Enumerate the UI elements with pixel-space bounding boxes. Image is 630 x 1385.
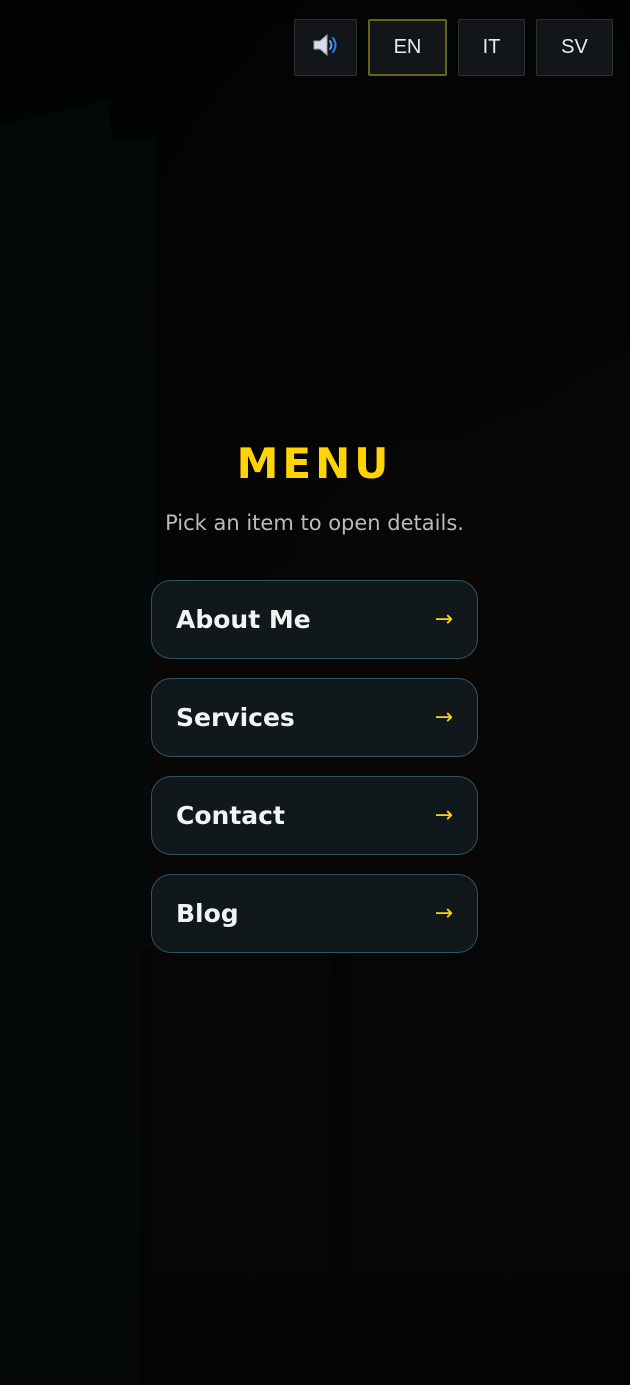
- language-button-it[interactable]: IT: [458, 19, 525, 76]
- arrow-right-icon: →: [434, 901, 453, 926]
- background-building-silhouette: [0, 100, 155, 1385]
- menu-subtitle: Pick an item to open details.: [165, 511, 464, 535]
- menu-item-blog[interactable]: Blog →: [151, 874, 478, 953]
- background-pillar: [330, 940, 352, 1385]
- top-toolbar: EN IT SV: [294, 19, 613, 76]
- background-pillar: [140, 950, 152, 1385]
- menu-item-contact[interactable]: Contact →: [151, 776, 478, 855]
- menu-item-about-me[interactable]: About Me →: [151, 580, 478, 659]
- menu-item-services[interactable]: Services →: [151, 678, 478, 757]
- menu-list: About Me → Services → Contact → Blog →: [151, 580, 478, 953]
- language-button-sv[interactable]: SV: [536, 19, 613, 76]
- sound-toggle-button[interactable]: [294, 19, 357, 76]
- arrow-right-icon: →: [434, 607, 453, 632]
- menu-title: MENU: [236, 439, 393, 488]
- arrow-right-icon: →: [434, 705, 453, 730]
- menu-panel: MENU Pick an item to open details. About…: [151, 438, 478, 953]
- arrow-right-icon: →: [434, 803, 453, 828]
- language-button-en[interactable]: EN: [368, 19, 447, 76]
- page: EN IT SV MENU Pick an item to open detai…: [0, 0, 630, 1385]
- menu-item-label: Services: [176, 703, 295, 732]
- menu-item-label: About Me: [176, 605, 311, 634]
- menu-item-label: Contact: [176, 801, 285, 830]
- menu-item-label: Blog: [176, 899, 239, 928]
- speaker-volume-icon: [312, 33, 340, 63]
